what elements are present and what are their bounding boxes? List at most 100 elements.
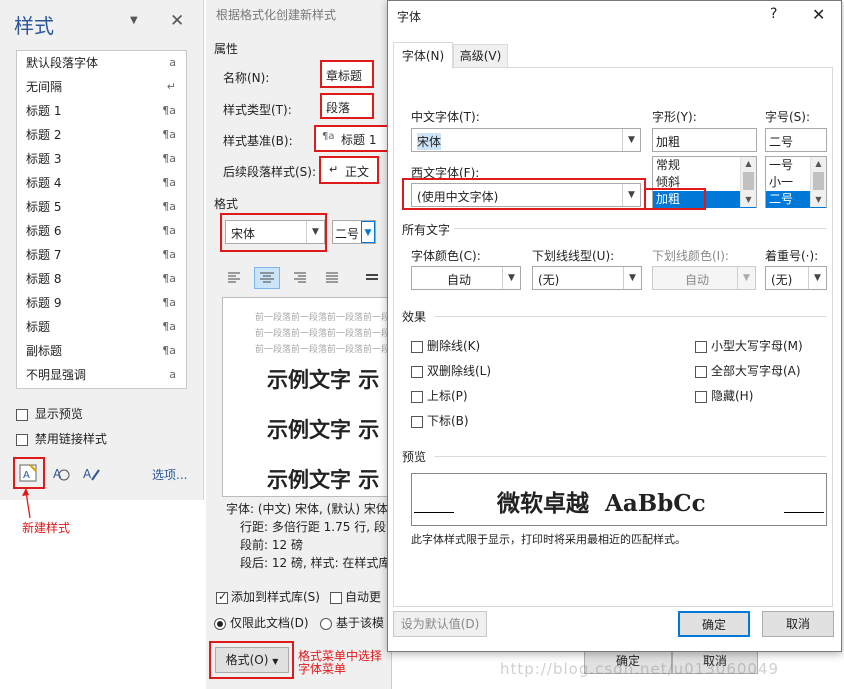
style-type-field[interactable]: 段落 (320, 93, 374, 119)
disable-linked-checkbox[interactable] (16, 433, 28, 446)
scroll-down-icon[interactable]: ▼ (811, 193, 826, 207)
style-list-item[interactable]: 标题 5 ¶a (17, 195, 186, 219)
font-size-value: 二号 (769, 135, 794, 149)
new-style-button[interactable]: A (18, 462, 40, 484)
subscript-checkbox[interactable] (411, 415, 423, 428)
font-style-input[interactable]: 加粗 (652, 128, 757, 152)
double-strikethrough-checkbox[interactable] (411, 365, 423, 378)
style-list-item[interactable]: 标题 3 ¶a (17, 147, 186, 171)
font-size-input[interactable]: 二号 (765, 128, 827, 152)
superscript-option[interactable]: 上标(P) (411, 387, 468, 404)
style-list-item[interactable]: 标题 8 ¶a (17, 267, 186, 291)
add-to-gallery-checkbox[interactable]: ✓ (216, 590, 228, 604)
style-list-item[interactable]: 副标题 ¶a (17, 339, 186, 363)
emphasis-select[interactable]: (无) ▼ (765, 266, 827, 290)
style-list-item[interactable]: 标题 1 ¶a (17, 99, 186, 123)
scrollbar[interactable]: ▲ ▼ (810, 157, 826, 207)
size-select-value: 二号 (335, 227, 360, 241)
annotation-line: 字体菜单 (298, 662, 347, 676)
tab-font[interactable]: 字体(N) (393, 42, 453, 69)
annotation-arrow-icon (22, 488, 31, 519)
return-icon: ↵ (329, 163, 339, 176)
line-spacing-icon[interactable] (364, 270, 384, 288)
show-preview-checkbox[interactable] (16, 408, 28, 421)
style-inspector-button[interactable]: A (50, 462, 72, 484)
scrollbar[interactable]: ▲ ▼ (740, 157, 756, 207)
justify-icon[interactable] (324, 270, 344, 288)
style-list-item[interactable]: 标题 ¶a (17, 315, 186, 339)
all-caps-option[interactable]: 全部大写字母(A) (695, 362, 801, 379)
template-option[interactable]: 基于该模 (320, 614, 384, 631)
size-select[interactable]: 二号 ▼ (332, 220, 376, 244)
help-icon[interactable]: ? (770, 6, 777, 22)
underline-color-label: 下划线颜色(I): (652, 249, 729, 263)
strikethrough-checkbox[interactable] (411, 340, 423, 353)
template-radio[interactable] (320, 617, 332, 630)
close-icon[interactable]: ✕ (812, 5, 825, 24)
scroll-up-icon[interactable]: ▲ (741, 157, 756, 171)
style-list-item[interactable]: 标题 9 ¶a (17, 291, 186, 315)
font-select[interactable]: 宋体 ▼ (225, 220, 325, 244)
underline-style-select[interactable]: (无) ▼ (532, 266, 642, 290)
font-size-list[interactable]: 一号 小一 二号 ▲ ▼ (765, 156, 827, 208)
emphasis-value: (无) (771, 273, 793, 287)
style-item-label: 标题 (26, 320, 51, 334)
scroll-up-icon[interactable]: ▲ (811, 157, 826, 171)
close-pane-icon[interactable]: ✕ (170, 11, 184, 31)
small-caps-option[interactable]: 小型大写字母(M) (695, 337, 803, 354)
all-caps-checkbox[interactable] (695, 365, 707, 378)
align-right-icon[interactable] (292, 270, 312, 288)
align-center-icon[interactable] (254, 267, 280, 289)
style-list-item[interactable]: 不明显强调 a (17, 363, 186, 387)
style-type-icon: a (169, 368, 176, 381)
superscript-checkbox[interactable] (411, 390, 423, 403)
style-list-item[interactable]: 标题 4 ¶a (17, 171, 186, 195)
show-preview-option[interactable]: 显示预览 (16, 405, 83, 422)
manage-styles-button[interactable]: A (80, 462, 102, 484)
font-size-label: 字号(S): (765, 110, 811, 124)
hidden-checkbox[interactable] (695, 390, 707, 403)
name-value: 章标题 (326, 69, 363, 83)
style-list-item[interactable]: 标题 2 ¶a (17, 123, 186, 147)
name-label: 名称(N): (223, 71, 270, 85)
set-default-button[interactable]: 设为默认值(D) (393, 611, 487, 637)
double-strikethrough-option[interactable]: 双删除线(L) (411, 362, 491, 379)
scroll-thumb[interactable] (813, 172, 824, 190)
scroll-down-icon[interactable]: ▼ (741, 193, 756, 207)
underline-color-value: 自动 (685, 273, 710, 287)
scroll-thumb[interactable] (743, 172, 754, 190)
style-list-item[interactable]: 标题 6 ¶a (17, 219, 186, 243)
base-style-field[interactable]: ¶a 标题 1 (314, 125, 392, 152)
style-list-item[interactable]: 标题 7 ¶a (17, 243, 186, 267)
small-caps-checkbox[interactable] (695, 340, 707, 353)
cn-font-select[interactable]: 宋体 ▼ (411, 128, 641, 152)
format-menu-button[interactable]: 格式(O) ▼ (215, 647, 289, 673)
preview-baseline-right (784, 512, 824, 513)
underline-style-label: 下划线线型(U): (532, 249, 615, 263)
strikethrough-option[interactable]: 删除线(K) (411, 337, 480, 354)
auto-update-checkbox[interactable] (330, 591, 342, 604)
font-ok-button[interactable]: 确定 (678, 611, 750, 637)
west-font-select[interactable]: (使用中文字体) ▼ (411, 183, 641, 207)
chevron-down-icon: ▼ (737, 267, 755, 289)
name-field[interactable]: 章标题 (320, 60, 374, 88)
font-color-select[interactable]: 自动 ▼ (411, 266, 521, 290)
subscript-option[interactable]: 下标(B) (411, 412, 469, 429)
options-link[interactable]: 选项... (152, 466, 187, 483)
alignment-toolbar (222, 266, 392, 292)
caret-down-icon: ▼ (272, 657, 279, 666)
add-to-gallery-option[interactable]: ✓ 添加到样式库(S) (216, 588, 320, 605)
pane-options-chevron-icon[interactable]: ▼ (130, 15, 138, 26)
tab-advanced[interactable]: 高级(V) (453, 44, 508, 68)
disable-linked-option[interactable]: 禁用链接样式 (16, 430, 107, 447)
style-item-label: 副标题 (26, 344, 63, 358)
only-this-doc-radio[interactable] (214, 617, 226, 630)
next-style-field[interactable]: ↵ 正文 (319, 156, 379, 184)
align-left-icon[interactable] (226, 270, 246, 288)
style-list-item[interactable]: 无间隔 ↵ (17, 75, 186, 99)
hidden-option[interactable]: 隐藏(H) (695, 387, 753, 404)
auto-update-option[interactable]: 自动更 (330, 588, 381, 605)
only-this-doc-option[interactable]: 仅限此文档(D) (214, 614, 309, 631)
font-cancel-button[interactable]: 取消 (762, 611, 834, 637)
style-list-item[interactable]: 默认段落字体 a (17, 51, 186, 75)
